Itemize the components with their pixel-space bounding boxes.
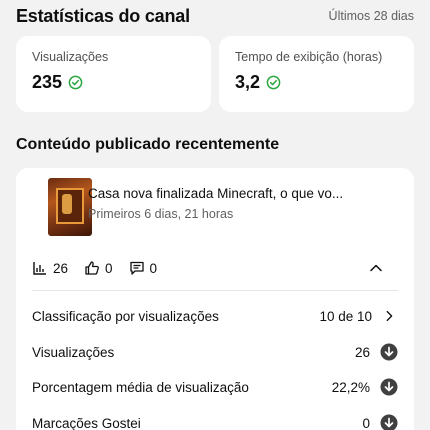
recent-video-card: Casa nova finalizada Minecraft, o que vo… bbox=[16, 168, 414, 430]
ranking-row[interactable]: Classificação por visualizações 10 de 10 bbox=[32, 304, 398, 328]
views-stat-card[interactable]: Visualizações 235 bbox=[16, 36, 211, 112]
comments-count: 0 bbox=[149, 260, 158, 276]
views-row-value: 26 bbox=[354, 344, 370, 360]
views-row-label: Visualizações bbox=[32, 344, 115, 360]
arrow-down-circle-icon bbox=[380, 343, 398, 361]
views-count: 26 bbox=[53, 260, 69, 276]
recent-content-title: Conteúdo publicado recentemente bbox=[16, 136, 280, 153]
video-item[interactable] bbox=[48, 178, 92, 236]
watch-time-stat-card[interactable]: Tempo de exibição (horas) 3,2 bbox=[219, 36, 414, 112]
thumbs-up-icon bbox=[85, 261, 99, 275]
views-stat-value: 235 bbox=[32, 72, 63, 92]
comments-metric: 0 bbox=[129, 260, 158, 276]
divider bbox=[32, 290, 398, 291]
likes-row-label: Marcações Gostei bbox=[32, 415, 141, 430]
avg-percentage-value: 22,2% bbox=[331, 379, 370, 395]
views-row: Visualizações 26 bbox=[32, 340, 398, 364]
watch-time-stat-label: Tempo de exibição (horas) bbox=[235, 50, 383, 64]
ranking-label: Classificação por visualizações bbox=[32, 308, 219, 324]
bar-chart-icon bbox=[33, 262, 46, 275]
arrow-down-circle-icon bbox=[380, 378, 398, 396]
chevron-up-icon[interactable] bbox=[368, 260, 384, 276]
likes-count: 0 bbox=[105, 260, 113, 276]
comment-icon bbox=[129, 261, 144, 275]
video-title[interactable]: Casa nova finalizada Minecraft, o que vo… bbox=[88, 186, 378, 201]
check-circle-icon bbox=[266, 75, 281, 90]
avg-percentage-row: Porcentagem média de visualização 22,2% bbox=[32, 375, 398, 399]
video-thumbnail[interactable] bbox=[48, 178, 92, 236]
period-label[interactable]: Últimos 28 dias bbox=[329, 9, 414, 23]
chevron-right-icon[interactable] bbox=[382, 309, 396, 323]
watch-time-stat-value: 3,2 bbox=[235, 72, 261, 92]
arrow-down-circle-icon bbox=[380, 414, 398, 430]
views-stat-label: Visualizações bbox=[32, 50, 109, 64]
likes-metric: 0 bbox=[84, 260, 113, 276]
views-metric: 26 bbox=[32, 260, 68, 276]
ranking-value: 10 de 10 bbox=[319, 308, 372, 324]
likes-row-value: 0 bbox=[362, 415, 370, 430]
check-circle-icon bbox=[68, 75, 83, 90]
page-title: Estatísticas do canal bbox=[16, 5, 190, 26]
avg-percentage-label: Porcentagem média de visualização bbox=[32, 379, 249, 395]
video-metrics: 26 0 0 bbox=[32, 256, 398, 280]
video-meta: Primeiros 6 dias, 21 horas bbox=[88, 207, 234, 221]
channel-stats-header: Estatísticas do canal Últimos 28 dias bbox=[16, 2, 414, 30]
likes-row: Marcações Gostei 0 bbox=[32, 411, 398, 430]
